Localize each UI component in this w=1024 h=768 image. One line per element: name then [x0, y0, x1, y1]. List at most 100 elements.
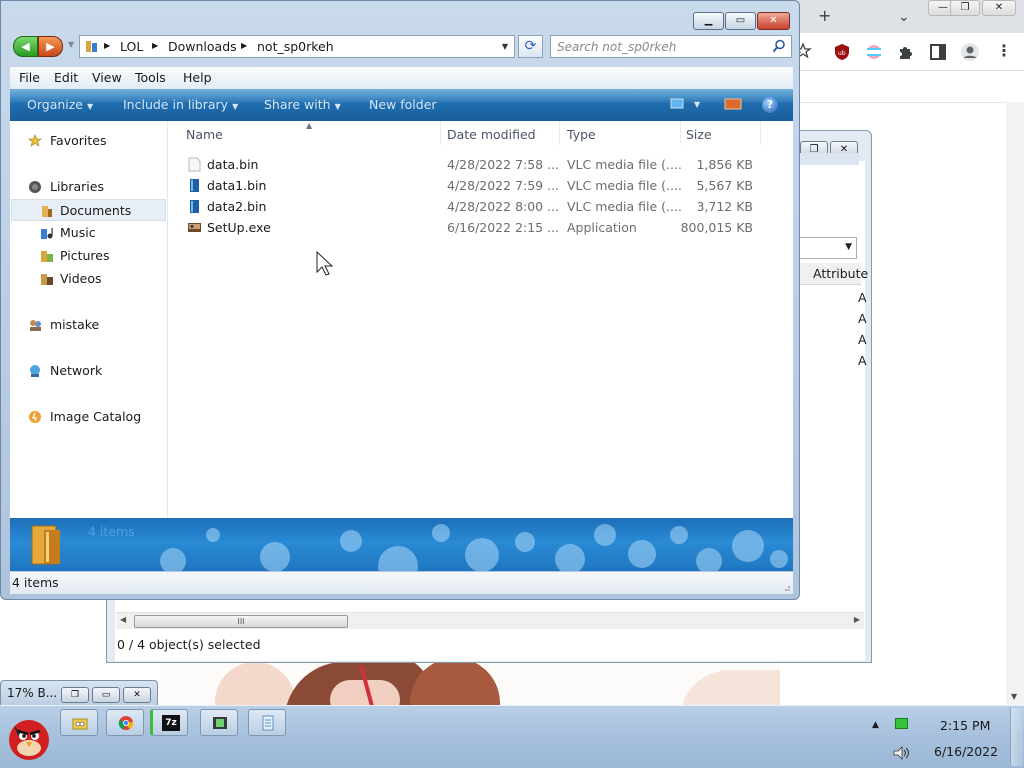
scroll-right-arrow-icon[interactable]: ▶: [854, 615, 860, 624]
nav-libraries[interactable]: Libraries: [28, 176, 158, 198]
music-library-icon: [41, 228, 53, 239]
nav-documents[interactable]: Documents: [11, 199, 166, 221]
breadcrumb-not-sp0rkeh[interactable]: not_sp0rkeh: [257, 39, 334, 54]
breadcrumb-lol[interactable]: LOL: [120, 39, 143, 54]
nav-network[interactable]: Network: [28, 360, 158, 382]
show-desktop-button[interactable]: [1010, 708, 1023, 766]
taskbar-7zip[interactable]: 7z: [150, 709, 188, 736]
nav-music[interactable]: Music: [40, 222, 160, 244]
column-header-attributes[interactable]: Attribute: [799, 263, 868, 285]
clock-time[interactable]: 2:15 PM: [940, 718, 990, 733]
nav-mistake[interactable]: mistake: [28, 314, 158, 336]
refresh-button[interactable]: ⟳: [518, 35, 543, 58]
scroll-left-arrow-icon[interactable]: ◀: [120, 615, 126, 624]
share-with-label: Share with: [264, 97, 331, 112]
restore-button[interactable]: ❐: [950, 0, 980, 16]
close-button[interactable]: ✕: [982, 0, 1016, 16]
close-button[interactable]: ✕: [123, 687, 151, 703]
nav-favorites[interactable]: Favorites: [28, 130, 158, 152]
taskbar-film-app[interactable]: [200, 709, 238, 736]
nav-image-catalog[interactable]: Image Catalog: [28, 406, 168, 428]
file-name: data2.bin: [207, 199, 267, 214]
column-divider[interactable]: [559, 121, 560, 145]
file-size: 1,856 KB: [696, 157, 753, 172]
menu-view[interactable]: View: [92, 70, 122, 85]
chrome-tab-strip: + ⌄ — ❐ ✕: [780, 0, 1024, 33]
recent-pages-chevron-icon[interactable]: ▼: [68, 40, 74, 49]
7zip-path-dropdown[interactable]: ▼: [799, 237, 857, 259]
share-with-button[interactable]: Share with ▼: [264, 97, 341, 112]
chrome-icon: [118, 716, 134, 730]
breadcrumb-downloads[interactable]: Downloads: [168, 39, 237, 54]
back-button[interactable]: ◀: [13, 36, 38, 57]
menu-edit[interactable]: Edit: [54, 70, 78, 85]
menu-file[interactable]: File: [19, 70, 40, 85]
file-row[interactable]: SetUp.exe 6/16/2022 2:15 ... Application…: [180, 217, 760, 238]
restore-button[interactable]: ❐: [61, 687, 89, 703]
maximize-button[interactable]: ▭: [92, 687, 120, 703]
column-divider[interactable]: [680, 121, 681, 145]
organize-button[interactable]: Organize ▼: [27, 97, 93, 112]
file-type: VLC media file (....: [567, 199, 682, 214]
horizontal-scrollbar[interactable]: ◀ III ▶: [116, 612, 864, 629]
ublock-icon[interactable]: ub: [833, 43, 851, 61]
help-icon[interactable]: ?: [762, 97, 778, 113]
close-button[interactable]: ✕: [757, 12, 790, 30]
extensions-puzzle-icon[interactable]: [897, 43, 915, 61]
nav-videos[interactable]: Videos: [40, 268, 160, 290]
side-panel-icon[interactable]: [929, 43, 947, 61]
view-options-chevron-icon[interactable]: ▼: [694, 100, 700, 109]
new-tab-button[interactable]: +: [818, 7, 831, 25]
minimized-progress-window[interactable]: 17% B... ❐ ▭ ✕: [0, 680, 158, 706]
column-divider[interactable]: [760, 121, 761, 145]
breadcrumb-separator-icon[interactable]: ▶: [241, 41, 247, 50]
resize-grip-icon[interactable]: [781, 582, 791, 592]
search-box[interactable]: [550, 35, 792, 58]
column-divider[interactable]: [440, 121, 441, 145]
search-input[interactable]: [557, 38, 757, 55]
application-exe-icon: [188, 223, 201, 232]
volume-icon[interactable]: [893, 746, 911, 760]
breadcrumb-separator-icon[interactable]: ▶: [152, 41, 158, 50]
file-row[interactable]: data.bin 4/28/2022 7:58 ... VLC media fi…: [180, 154, 760, 175]
chrome-menu-icon[interactable]: ⋮: [996, 42, 1012, 60]
menu-tools[interactable]: Tools: [135, 70, 166, 85]
start-button[interactable]: [4, 712, 54, 764]
column-header-size[interactable]: Size: [686, 127, 712, 142]
address-dropdown-icon[interactable]: ▼: [502, 42, 508, 51]
nav-pictures[interactable]: Pictures: [40, 245, 160, 267]
address-bar[interactable]: ▶ LOL ▶ Downloads ▶ not_sp0rkeh ▼: [79, 35, 515, 58]
column-header-name[interactable]: Name: [186, 127, 223, 142]
column-header-type[interactable]: Type: [567, 127, 596, 142]
taskbar-chrome[interactable]: [106, 709, 144, 736]
show-hidden-icons-button[interactable]: ▲: [872, 720, 879, 730]
scrollbar-thumb[interactable]: III: [134, 615, 348, 628]
forward-button[interactable]: ▶: [38, 36, 63, 57]
file-row[interactable]: data1.bin 4/28/2022 7:59 ... VLC media f…: [180, 175, 760, 196]
profile-avatar-icon[interactable]: [960, 42, 980, 62]
maximize-button[interactable]: ▭: [725, 12, 756, 30]
new-folder-button[interactable]: New folder: [369, 97, 437, 112]
sort-arrow-icon: ▲: [306, 121, 313, 130]
taskbar-explorer[interactable]: [60, 709, 98, 736]
file-name: SetUp.exe: [207, 220, 271, 235]
preview-pane-icon[interactable]: [724, 97, 742, 111]
chevron-down-icon[interactable]: ▼: [845, 242, 852, 252]
file-row[interactable]: data2.bin 4/28/2022 8:00 ... VLC media f…: [180, 196, 760, 217]
view-options-icon[interactable]: [670, 97, 688, 111]
chrome-vertical-scrollbar[interactable]: ▼: [1006, 102, 1024, 705]
libraries-icon: [29, 181, 41, 193]
search-icon[interactable]: [772, 39, 786, 53]
scroll-down-arrow-icon[interactable]: ▼: [1011, 692, 1017, 701]
extension-flag-icon[interactable]: [865, 43, 883, 61]
include-in-library-button[interactable]: Include in library ▼: [123, 97, 238, 112]
minimize-button[interactable]: ▁: [693, 12, 724, 30]
clock-date[interactable]: 6/16/2022: [934, 744, 998, 759]
breadcrumb-separator-icon[interactable]: ▶: [104, 41, 110, 50]
tab-search-button[interactable]: ⌄: [898, 8, 910, 26]
taskbar-notepad[interactable]: [248, 709, 286, 736]
menu-help[interactable]: Help: [183, 70, 212, 85]
column-header-date-modified[interactable]: Date modified: [447, 127, 536, 142]
network-status-icon[interactable]: [895, 718, 908, 729]
chevron-down-icon: ▼: [334, 102, 341, 111]
